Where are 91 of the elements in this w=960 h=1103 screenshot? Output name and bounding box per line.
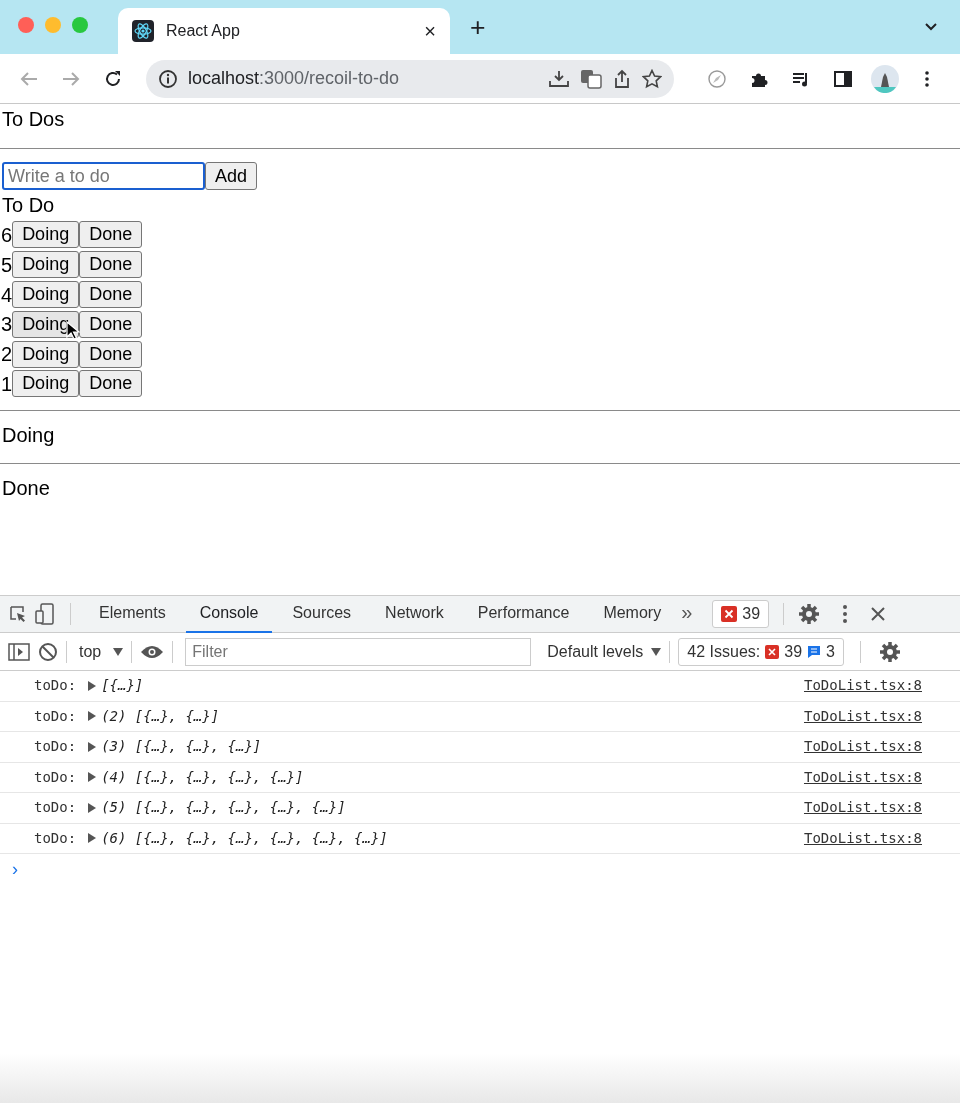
settings-icon[interactable] bbox=[798, 603, 821, 625]
todo-text: 4 bbox=[0, 282, 13, 308]
log-label: toDo: bbox=[34, 798, 77, 818]
todo-text: 2 bbox=[0, 342, 13, 368]
todo-input[interactable]: Write a to do bbox=[2, 162, 205, 190]
todo-text: 5 bbox=[0, 252, 13, 278]
log-value: (4) [{…}, {…}, {…}, {…}] bbox=[101, 767, 304, 787]
device-icon[interactable] bbox=[34, 603, 56, 625]
log-value: (6) [{…}, {…}, {…}, {…}, {…}, {…}] bbox=[101, 828, 388, 848]
prompt-icon[interactable]: › bbox=[12, 859, 18, 879]
error-icon bbox=[765, 644, 780, 659]
log-value: (3) [{…}, {…}, {…}] bbox=[101, 737, 262, 757]
log-label: toDo: bbox=[34, 706, 77, 726]
done-button[interactable]: Done bbox=[79, 221, 143, 249]
doing-button[interactable]: Doing bbox=[12, 340, 80, 368]
error-icon bbox=[721, 606, 738, 622]
expand-triangle-icon[interactable] bbox=[88, 711, 97, 722]
log-label: toDo: bbox=[34, 828, 77, 848]
chevron-down-icon[interactable] bbox=[924, 22, 938, 32]
compass-icon[interactable] bbox=[707, 68, 727, 89]
source-link[interactable]: ToDoList.tsx:8 bbox=[804, 705, 922, 727]
source-link[interactable]: ToDoList.tsx:8 bbox=[804, 766, 922, 788]
avatar-icon[interactable] bbox=[871, 64, 899, 93]
devtools-tab[interactable]: Network bbox=[371, 595, 458, 633]
doing-button[interactable]: Doing bbox=[12, 281, 80, 308]
section-heading: To Do bbox=[1, 193, 55, 217]
expand-triangle-icon[interactable] bbox=[88, 802, 97, 813]
todo-text: 1 bbox=[0, 371, 13, 397]
more-tabs-button[interactable]: » bbox=[681, 597, 693, 627]
done-button[interactable]: Done bbox=[79, 310, 143, 338]
todo-text: 3 bbox=[0, 312, 13, 338]
log-label: toDo: bbox=[34, 676, 77, 696]
inspect-icon[interactable] bbox=[8, 604, 28, 624]
log-value: [{…}] bbox=[101, 676, 144, 696]
devtools-tab[interactable]: Console bbox=[185, 595, 273, 633]
done-button[interactable]: Done bbox=[79, 370, 143, 398]
tab-close-button[interactable]: × bbox=[424, 16, 436, 46]
close-icon[interactable] bbox=[870, 606, 887, 622]
side-panel-icon[interactable] bbox=[833, 68, 853, 89]
expand-triangle-icon[interactable] bbox=[88, 772, 97, 783]
error-count-badge[interactable]: 39 bbox=[712, 600, 770, 628]
doing-button[interactable]: Doing bbox=[12, 251, 80, 279]
devtools-tab[interactable]: Memory bbox=[589, 595, 676, 633]
caret-icon bbox=[113, 647, 124, 656]
address-field[interactable]: localhost:3000/recoil-to-do bbox=[146, 59, 674, 98]
settings-icon[interactable] bbox=[878, 640, 901, 663]
info-icon bbox=[158, 68, 178, 89]
log-label: toDo: bbox=[34, 737, 77, 757]
levels-dropdown[interactable]: Default levels bbox=[547, 639, 644, 664]
devtools-tab[interactable]: Sources bbox=[278, 595, 366, 633]
caret-icon bbox=[651, 647, 662, 656]
more-options-icon[interactable] bbox=[842, 604, 849, 624]
share-icon[interactable] bbox=[612, 68, 632, 89]
log-label: toDo: bbox=[34, 767, 77, 787]
reload-icon[interactable] bbox=[103, 68, 123, 89]
url-text: localhost:3000/recoil-to-do bbox=[188, 67, 401, 90]
todo-text: 6 bbox=[0, 222, 13, 248]
expand-triangle-icon[interactable] bbox=[88, 833, 97, 844]
eye-icon[interactable] bbox=[140, 643, 165, 660]
tab-title: React App bbox=[166, 21, 241, 41]
clear-icon[interactable] bbox=[38, 641, 58, 662]
devtools-tab[interactable]: Performance bbox=[463, 595, 584, 633]
done-button[interactable]: Done bbox=[79, 340, 143, 368]
doing-button[interactable]: Doing bbox=[12, 221, 80, 249]
log-value: (5) [{…}, {…}, {…}, {…}, {…}] bbox=[101, 798, 346, 818]
add-button[interactable]: Add bbox=[205, 162, 258, 190]
expand-triangle-icon[interactable] bbox=[88, 741, 97, 752]
done-button[interactable]: Done bbox=[79, 281, 143, 308]
doing-button[interactable]: Doing bbox=[12, 370, 80, 398]
star-icon[interactable] bbox=[642, 68, 662, 89]
context-dropdown[interactable]: top bbox=[75, 639, 106, 664]
message-icon bbox=[807, 644, 822, 659]
source-link[interactable]: ToDoList.tsx:8 bbox=[804, 827, 922, 849]
issues-button[interactable]: 42 Issues: 39 3 bbox=[678, 637, 844, 666]
new-tab-button[interactable]: + bbox=[470, 8, 486, 48]
source-link[interactable]: ToDoList.tsx:8 bbox=[804, 736, 922, 758]
filter-field[interactable]: Filter bbox=[185, 637, 532, 666]
translate-icon[interactable] bbox=[580, 68, 602, 89]
section-heading: Done bbox=[1, 475, 50, 500]
devtools-tab[interactable]: Elements bbox=[85, 595, 180, 633]
sidebar-toggle-icon[interactable] bbox=[8, 641, 30, 662]
source-link[interactable]: ToDoList.tsx:8 bbox=[804, 797, 922, 819]
source-link[interactable]: ToDoList.tsx:8 bbox=[804, 675, 922, 697]
log-value: (2) [{…}, {…}] bbox=[101, 706, 220, 726]
page-heading: To Dos bbox=[1, 107, 66, 131]
expand-triangle-icon[interactable] bbox=[88, 680, 97, 691]
done-button[interactable]: Done bbox=[79, 251, 143, 279]
download-icon[interactable] bbox=[548, 68, 570, 89]
atom-icon bbox=[132, 20, 154, 42]
browser-tab[interactable]: React App × bbox=[118, 8, 450, 54]
section-heading: Doing bbox=[1, 422, 55, 447]
